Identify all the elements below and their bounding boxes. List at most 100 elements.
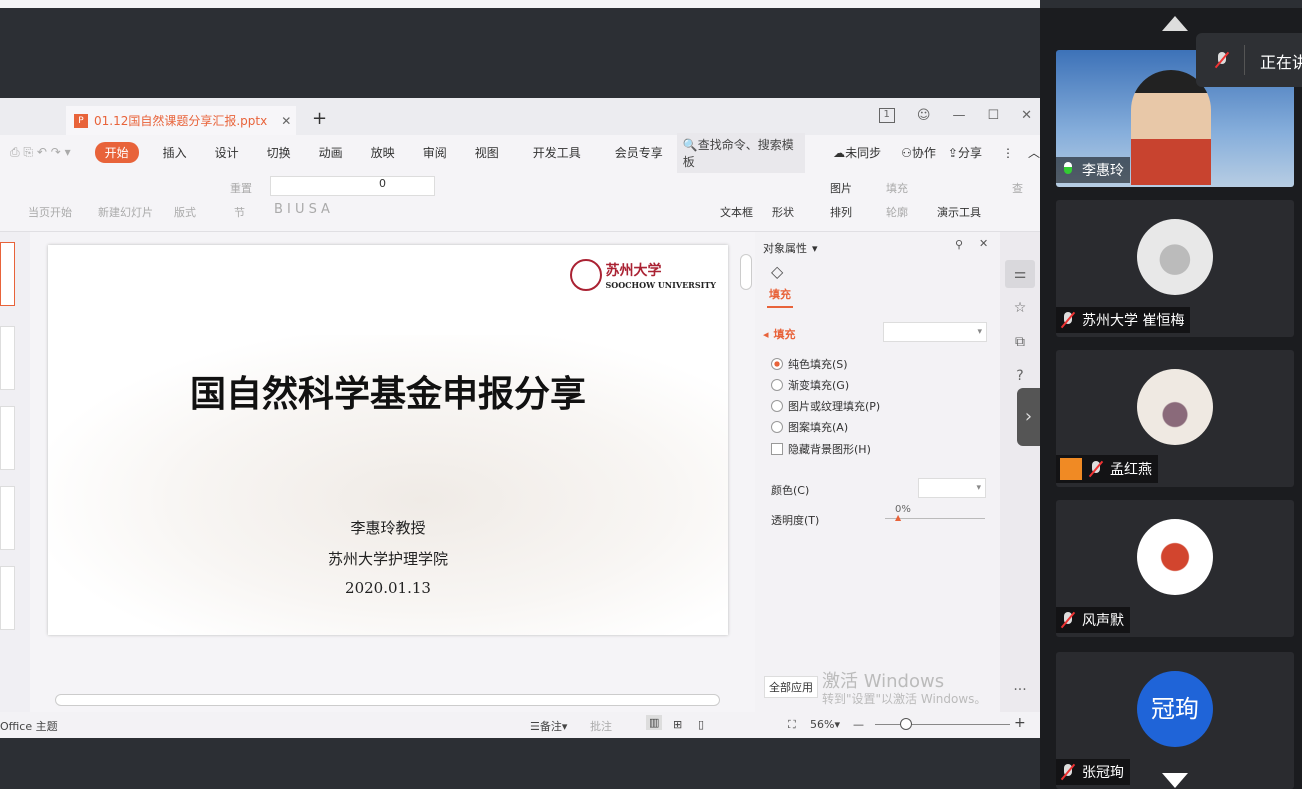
slide-thumbnails[interactable] (0, 232, 30, 712)
outline-button[interactable]: 轮廓 (886, 204, 908, 220)
properties-icon[interactable]: ⚌ (1005, 260, 1035, 288)
fill-type-dropdown[interactable]: ▾ (883, 322, 987, 342)
microphone-muted-icon (1060, 612, 1076, 628)
university-logo: 苏州大学 SOOCHOW UNIVERSITY (570, 259, 716, 291)
transparency-label: 透明度(T) (771, 514, 820, 527)
reading-view-icon[interactable]: ▯ (698, 718, 704, 731)
panel-side-toolbar: ⚌ ☆ ⧉ ? ··· (1000, 232, 1040, 712)
menu-start[interactable]: 开始 (94, 142, 139, 163)
participant-tile[interactable]: 冠珣 张冠珣 (1056, 652, 1294, 789)
slide-thumbnail[interactable] (0, 486, 15, 550)
menu-review[interactable]: 审阅 (409, 144, 461, 161)
transparency-slider-thumb[interactable]: ▲ (895, 513, 901, 522)
scroll-up-arrow-icon[interactable] (1162, 16, 1188, 31)
menu-animation[interactable]: 动画 (305, 144, 357, 161)
help-icon[interactable]: ? (1005, 362, 1035, 390)
fill-section-toggle[interactable]: ◂ 填充 (763, 326, 796, 342)
fit-window-icon[interactable]: ⛶ (788, 718, 796, 732)
top-strip (0, 0, 1040, 8)
menu-developer[interactable]: 开发工具 (513, 144, 601, 161)
panel-header[interactable]: 对象属性 ▾ (763, 240, 818, 256)
sorter-view-icon[interactable]: ⊞ (673, 718, 682, 731)
speaking-indicator: 正在讲话 (1196, 33, 1302, 87)
new-tab-button[interactable]: + (312, 108, 327, 129)
shape-button[interactable]: 形状 (772, 204, 794, 220)
wps-window: P 01.12国自然课题分享汇报.pptx ✕ + 1 ☺ — ☐ ✕ ⎙ ⎘ … (0, 98, 1040, 738)
participant-tile[interactable]: 孟红燕 (1056, 350, 1294, 487)
slide-thumbnail[interactable] (0, 566, 15, 630)
close-window-button[interactable]: ✕ (1021, 108, 1032, 123)
menu-member[interactable]: 会员专享 (601, 144, 677, 161)
horizontal-scrollbar[interactable] (55, 694, 720, 706)
find-button[interactable]: 查 (1012, 180, 1023, 196)
zoom-in-button[interactable]: + (1014, 715, 1026, 731)
presenter-tools-button[interactable]: 演示工具 (937, 204, 981, 220)
participant-tile[interactable]: ● 苏州大学 崔恒梅 (1056, 200, 1294, 337)
menu-insert[interactable]: 插入 (149, 144, 201, 161)
command-search[interactable]: 🔍查找命令、搜索模板 (676, 132, 806, 173)
participant-tile[interactable]: 风声默 (1056, 500, 1294, 637)
section-button[interactable]: 节 (234, 204, 245, 220)
text-format-buttons[interactable]: B I U S A (274, 202, 330, 217)
reset-button[interactable]: 重置 (230, 180, 252, 196)
sync-button[interactable]: ☁未同步 (805, 144, 895, 161)
participant-avatar (1137, 369, 1213, 445)
menu-bar: ⎙ ⎘ ↶ ↷ ▾ 开始 插入 设计 切换 动画 放映 审阅 视图 开发工具 会… (0, 132, 1040, 173)
document-tab[interactable]: P 01.12国自然课题分享汇报.pptx ✕ (66, 106, 296, 135)
vertical-scrollbar[interactable] (740, 254, 752, 290)
zoom-slider[interactable] (875, 724, 1010, 725)
ribbon: 当页开始 新建幻灯片 版式 重置 节 0 B I U S A 文本框 形状 图片… (0, 170, 1040, 232)
radio-pattern-fill[interactable]: 图案填充(A) (771, 419, 848, 435)
comments-button[interactable]: 批注 (590, 718, 612, 734)
slide-thumbnail[interactable] (0, 242, 15, 306)
participant-name-tag: 张冠珣 (1056, 759, 1130, 785)
maximize-button[interactable]: ☐ (987, 108, 999, 123)
scroll-down-arrow-icon[interactable] (1162, 773, 1188, 788)
menu-transition[interactable]: 切换 (253, 144, 305, 161)
pin-icon[interactable]: ⚲ (955, 238, 963, 251)
textbox-button[interactable]: 文本框 (720, 204, 753, 220)
zoom-slider-thumb[interactable] (900, 718, 912, 730)
normal-view-icon[interactable]: ▥ (646, 715, 663, 730)
layout-button[interactable]: 版式 (174, 204, 196, 220)
radio-gradient-fill[interactable]: 渐变填充(G) (771, 377, 849, 393)
share-button[interactable]: ⇪分享 (942, 144, 988, 161)
slide-thumbnail[interactable] (0, 326, 15, 390)
tab-fill[interactable]: 填充 (767, 286, 793, 308)
quick-access-icons[interactable]: ⎙ ⎘ ↶ ↷ ▾ (0, 145, 85, 160)
radio-solid-fill[interactable]: 纯色填充(S) (771, 356, 848, 372)
close-tab-icon[interactable]: ✕ (281, 114, 291, 128)
hide-background-checkbox[interactable]: 隐藏背景图形(H) (771, 441, 871, 457)
radio-picture-fill[interactable]: 图片或纹理填充(P) (771, 398, 880, 414)
avatar-icon[interactable]: ☺ (917, 108, 931, 123)
minimize-button[interactable]: — (952, 108, 965, 123)
play-from-current-button[interactable]: 当页开始 (28, 204, 72, 220)
notes-button[interactable]: ☰备注▾ (530, 718, 567, 734)
slide-thumbnail[interactable] (0, 406, 15, 470)
fill-button[interactable]: 填充 (886, 180, 908, 196)
font-size-box[interactable]: 0 (270, 176, 435, 196)
page-indicator[interactable]: 1 (878, 108, 895, 123)
zoom-level[interactable]: 56%▾ (810, 718, 840, 731)
menu-view[interactable]: 视图 (461, 144, 513, 161)
picture-button[interactable]: 图片 (830, 180, 852, 196)
menu-design[interactable]: 设计 (201, 144, 253, 161)
slide-canvas[interactable]: 苏州大学 SOOCHOW UNIVERSITY 国自然科学基金申报分享 李惠玲教授… (48, 245, 728, 635)
theme-label: Office 主题 (0, 720, 58, 733)
slide-switch-icon[interactable]: ⧉ (1005, 328, 1035, 356)
zoom-out-button[interactable]: — (853, 718, 864, 731)
microphone-muted-icon (1214, 52, 1230, 68)
collab-button[interactable]: ⚇协作 (895, 144, 942, 161)
color-dropdown[interactable]: ▾ (918, 478, 986, 498)
apply-all-button[interactable]: 全部应用 (764, 676, 818, 698)
menu-slideshow[interactable]: 放映 (357, 144, 409, 161)
animation-star-icon[interactable]: ☆ (1005, 294, 1035, 322)
arrange-button[interactable]: 排列 (830, 204, 852, 220)
close-panel-icon[interactable]: ✕ (979, 237, 988, 250)
more-icon[interactable]: ⋮ (988, 146, 1028, 160)
more-options-icon[interactable]: ··· (1005, 676, 1035, 704)
slide-title: 国自然科学基金申报分享 (189, 373, 586, 415)
new-slide-button[interactable]: 新建幻灯片 (98, 204, 153, 220)
expand-panel-button[interactable]: › (1017, 388, 1040, 446)
collapse-ribbon-icon[interactable]: ︿ (1028, 144, 1040, 161)
